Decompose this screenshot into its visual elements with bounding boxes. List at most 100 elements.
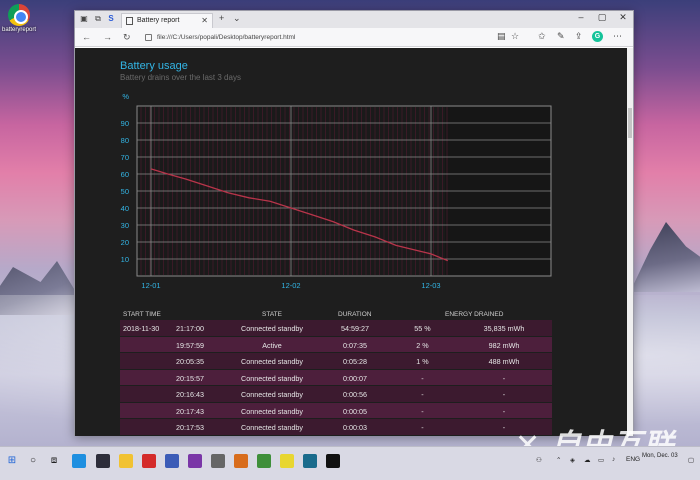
cell-energy: 35,835 mWh xyxy=(483,324,525,333)
desktop-shortcut-label: batteryreport xyxy=(2,27,37,33)
cell-time: 20:16:43 xyxy=(176,390,204,399)
cell-state: Connected standby xyxy=(241,390,303,399)
cell-duration: 0:00:05 xyxy=(343,406,367,416)
opera-icon[interactable] xyxy=(142,454,156,468)
app-tray-icon[interactable]: ◈ xyxy=(570,456,575,464)
table-row: 20:05:35 Connected standby 0:05:28 1 % 488 m… xyxy=(120,353,552,369)
onenote-icon[interactable] xyxy=(188,454,202,468)
tab-battery-report[interactable]: Battery report ✕ xyxy=(121,13,213,28)
x-tick-label: 12-01 xyxy=(141,281,160,290)
language-indicator[interactable]: ENG xyxy=(626,456,640,463)
address-text: file:///C:/Users/popali/Desktop/batteryr… xyxy=(157,34,296,41)
file-explorer-icon[interactable] xyxy=(119,454,133,468)
cell-state: Connected standby xyxy=(241,406,303,416)
x-tick-label: 12-03 xyxy=(421,281,440,290)
x-tick-label: 12-02 xyxy=(281,281,300,290)
header-duration: DURATION xyxy=(338,311,372,318)
notifications-icon[interactable]: ▢ xyxy=(688,456,694,464)
command-prompt-icon[interactable] xyxy=(326,454,340,468)
chevron-down-icon[interactable]: ⌄ xyxy=(233,13,241,24)
cell-duration: 0:00:56 xyxy=(343,390,367,399)
header-start-time: START TIME xyxy=(123,311,161,318)
chrome-icon xyxy=(8,4,30,26)
y-tick-label: 80 xyxy=(121,136,129,145)
mail-icon[interactable] xyxy=(96,454,110,468)
more-menu-icon[interactable]: ⋯ xyxy=(613,31,622,42)
cell-percent: 2 % xyxy=(416,340,429,350)
y-tick-label: 60 xyxy=(121,170,129,179)
browser-toolbar: ← → ↻ file:///C:/Users/popali/Desktop/ba… xyxy=(75,28,633,47)
table-row: 2018-11-30 21:17:00 Connected standby 54:59… xyxy=(120,320,552,336)
y-axis-label: % xyxy=(122,92,129,101)
set-aside-tabs-icon[interactable]: ⧉ xyxy=(93,14,103,24)
cell-duration: 0:07:35 xyxy=(343,340,367,350)
favorites-hub-icon[interactable]: ✩ xyxy=(538,31,546,42)
cell-percent: 1 % xyxy=(416,357,429,366)
maximize-icon[interactable]: ▢ xyxy=(592,12,612,23)
table-row: 20:15:57 Connected standby 0:00:07 - - xyxy=(120,369,552,385)
new-tab-icon[interactable]: + xyxy=(219,13,224,23)
table-row: 20:17:53 Connected standby 0:00:03- - xyxy=(120,419,552,435)
show-hidden-icons-icon[interactable]: ⌃ xyxy=(556,456,561,464)
table-row: 20:17:43 Connected standby 0:00:05 - - xyxy=(120,402,552,418)
address-bar[interactable]: file:///C:/Users/popali/Desktop/batteryr… xyxy=(145,31,525,44)
title-bar: ▣ ⧉ S Battery report ✕ + ⌄ – ▢ ✕ xyxy=(75,11,633,28)
tab-actions-icon[interactable]: ▣ xyxy=(79,14,89,24)
paint-icon[interactable] xyxy=(234,454,248,468)
close-window-icon[interactable]: ✕ xyxy=(613,12,633,23)
header-energy-drained: ENERGY DRAINED xyxy=(445,311,504,318)
battery-report-page: Battery usage Battery drains over the la… xyxy=(75,48,628,436)
edge-icon[interactable] xyxy=(72,454,86,468)
cell-duration: 54:59:27 xyxy=(341,324,369,333)
cell-percent: - xyxy=(421,423,424,432)
cell-percent: 55 % xyxy=(414,324,431,333)
cell-time: 21:17:00 xyxy=(176,324,204,333)
reading-view-icon[interactable]: ▤ xyxy=(497,31,506,42)
y-tick-label: 70 xyxy=(121,153,129,162)
scrollbar-thumb[interactable] xyxy=(628,108,632,138)
y-tick-label: 90 xyxy=(121,119,129,128)
taskbar: ⊞ ○ ⧈ ⚇ ⌃ ◈ ☁ ▭ ♪ ENG Mon, Dec. 03 ▢ xyxy=(0,446,700,480)
page-info-icon[interactable] xyxy=(145,34,152,41)
back-icon[interactable]: ← xyxy=(82,32,91,42)
cell-duration: 0:05:28 xyxy=(343,357,367,366)
pen-icon[interactable]: ✎ xyxy=(557,31,565,42)
cell-percent: - xyxy=(421,406,424,416)
word-icon[interactable] xyxy=(165,454,179,468)
extension-s-icon[interactable]: S xyxy=(106,14,116,24)
task-view-icon[interactable]: ⧈ xyxy=(46,453,62,469)
cell-energy: - xyxy=(502,406,506,416)
photos-icon[interactable] xyxy=(257,454,271,468)
minimize-icon[interactable]: – xyxy=(571,12,591,22)
browser-window: ▣ ⧉ S Battery report ✕ + ⌄ – ▢ ✕ ← → ↻ f… xyxy=(74,10,634,436)
battery-usage-chart: 10 20 30 40 50 60 70 80 90% 12-01 12-02 12-03 xyxy=(121,92,552,290)
y-tick-label: 20 xyxy=(121,238,129,247)
start-windows-icon[interactable]: ⊞ xyxy=(4,453,20,469)
cortana-search-icon[interactable]: ○ xyxy=(25,453,41,469)
cell-duration: 0:00:07 xyxy=(343,373,367,383)
table-header: START TIME STATE DURATION ENERGY DRAINED xyxy=(120,310,552,320)
resource-monitor-icon[interactable] xyxy=(303,454,317,468)
cell-date: 2018-11-30 xyxy=(123,324,160,333)
page-scrollbar[interactable] xyxy=(627,48,633,436)
volume-icon[interactable]: ♪ xyxy=(612,456,615,463)
cell-time: 20:17:43 xyxy=(176,406,204,416)
cell-energy: 982 mWh xyxy=(488,340,520,350)
favorite-star-icon[interactable]: ☆ xyxy=(511,31,519,42)
cell-state: Connected standby xyxy=(241,324,303,333)
desktop-shortcut-batteryreport[interactable]: batteryreport xyxy=(2,4,36,33)
onedrive-icon[interactable]: ☁ xyxy=(584,456,591,464)
sticky-notes-icon[interactable] xyxy=(280,454,294,468)
cell-state: Connected standby xyxy=(241,423,303,432)
cell-percent: - xyxy=(421,390,424,399)
close-tab-icon[interactable]: ✕ xyxy=(201,14,208,28)
clock[interactable]: Mon, Dec. 03 xyxy=(642,452,678,460)
refresh-icon[interactable]: ↻ xyxy=(123,32,131,43)
forward-icon[interactable]: → xyxy=(103,32,112,42)
grammarly-icon[interactable]: G xyxy=(592,31,603,42)
battery-icon[interactable]: ▭ xyxy=(598,456,604,464)
cell-duration: 0:00:03 xyxy=(343,423,367,432)
app-circle-icon[interactable] xyxy=(211,454,225,468)
share-icon[interactable]: ⇪ xyxy=(575,31,583,42)
people-icon[interactable]: ⚇ xyxy=(536,456,542,464)
